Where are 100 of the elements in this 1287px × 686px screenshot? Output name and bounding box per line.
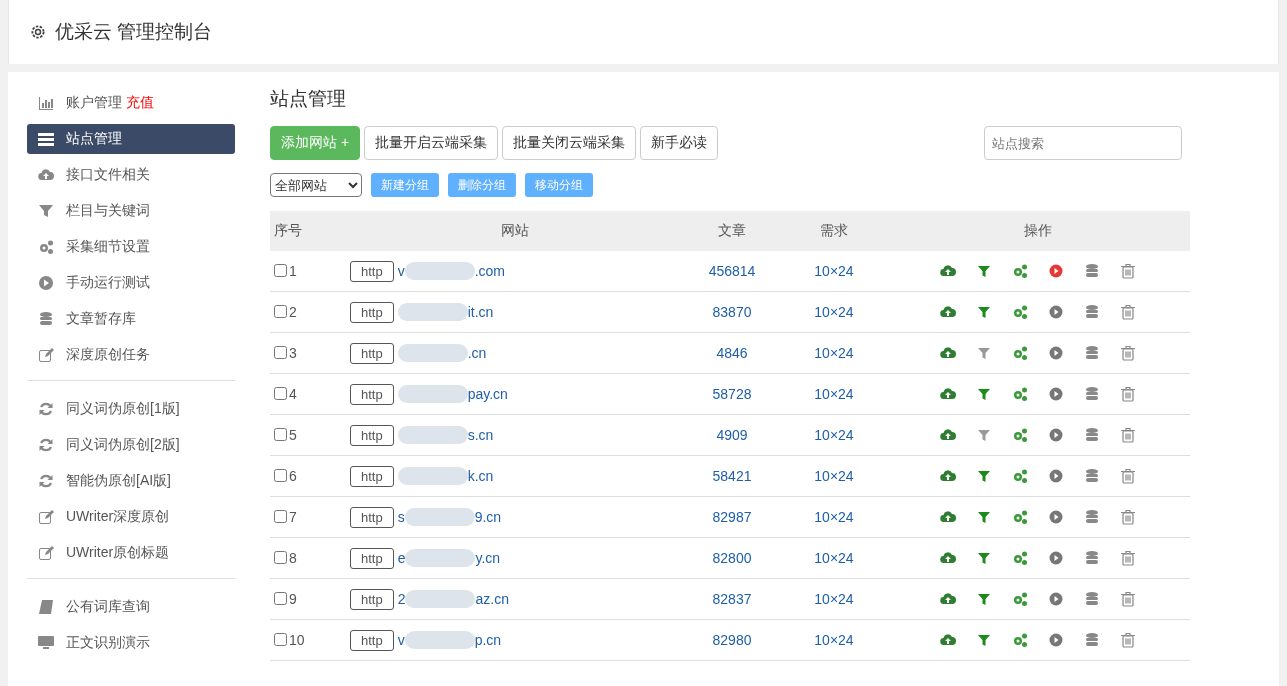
article-count: 83870 bbox=[681, 291, 783, 333]
sidebar-item[interactable]: UWriter原创标题 bbox=[27, 538, 235, 568]
delete-icon[interactable] bbox=[1119, 550, 1136, 566]
sidebar-item[interactable]: 手动运行测试 bbox=[27, 268, 235, 298]
play-icon[interactable] bbox=[1047, 427, 1064, 443]
sidebar-item[interactable]: 账户管理 充值 bbox=[27, 88, 235, 118]
database-icon[interactable] bbox=[1083, 468, 1100, 484]
sidebar-item[interactable]: 同义词伪原创[2版] bbox=[27, 430, 235, 460]
search-field[interactable]: 站点搜索 bbox=[984, 126, 1182, 160]
protocol-tag: http bbox=[350, 383, 394, 405]
protocol-tag: http bbox=[350, 465, 394, 487]
blur-mark bbox=[404, 631, 475, 649]
cloud-upload-icon[interactable] bbox=[939, 345, 956, 361]
cloud-upload-icon[interactable] bbox=[939, 550, 956, 566]
play-icon[interactable] bbox=[1047, 509, 1064, 525]
sidebar-item[interactable]: 公有词库查询 bbox=[27, 592, 235, 622]
protocol-tag: http bbox=[350, 260, 394, 282]
sidebar-item[interactable]: 同义词伪原创[1版] bbox=[27, 394, 235, 424]
sidebar-item[interactable]: 深度原创任务 bbox=[27, 340, 235, 370]
filter-icon[interactable] bbox=[975, 263, 992, 279]
domain-text: 2 bbox=[397, 591, 406, 607]
row-checkbox[interactable] bbox=[274, 633, 287, 646]
article-count: 82980 bbox=[681, 619, 783, 661]
delete-icon[interactable] bbox=[1119, 591, 1136, 607]
row-checkbox[interactable] bbox=[274, 510, 287, 523]
action-button[interactable]: 批量开启云端采集 bbox=[364, 126, 499, 160]
article-count: 4846 bbox=[681, 332, 783, 374]
database-icon[interactable] bbox=[1083, 509, 1100, 525]
play-icon[interactable] bbox=[1047, 632, 1064, 648]
row-checkbox[interactable] bbox=[274, 346, 287, 359]
domain-text: v bbox=[397, 263, 405, 279]
delete-icon[interactable] bbox=[1119, 509, 1136, 525]
delete-icon[interactable] bbox=[1119, 632, 1136, 648]
filter-icon[interactable] bbox=[975, 591, 992, 607]
filter-icon[interactable] bbox=[975, 509, 992, 525]
action-button[interactable]: 批量关闭云端采集 bbox=[502, 126, 637, 160]
database-icon[interactable] bbox=[1083, 386, 1100, 402]
sidebar-item[interactable]: 文章暂存库 bbox=[27, 304, 235, 334]
row-checkbox[interactable] bbox=[274, 428, 287, 441]
database-icon bbox=[38, 311, 54, 327]
settings-icon bbox=[29, 23, 47, 41]
row-checkbox[interactable] bbox=[274, 592, 287, 605]
cloud-upload-icon[interactable] bbox=[939, 263, 956, 279]
action-button[interactable]: 新手必读 bbox=[640, 126, 719, 160]
database-icon[interactable] bbox=[1083, 345, 1100, 361]
cloud-upload-icon[interactable] bbox=[939, 386, 956, 402]
recharge-link[interactable]: 充值 bbox=[126, 94, 154, 112]
sidebar-item[interactable]: 智能伪原创[AI版] bbox=[27, 466, 235, 496]
protocol-tag: http bbox=[350, 301, 394, 323]
domain-text: e bbox=[397, 550, 406, 566]
delete-icon[interactable] bbox=[1119, 263, 1136, 279]
filter-icon[interactable] bbox=[975, 550, 992, 566]
database-icon[interactable] bbox=[1083, 591, 1100, 607]
sidebar-item[interactable]: 站点管理 bbox=[27, 124, 235, 154]
filter-icon[interactable] bbox=[975, 427, 992, 443]
play-icon[interactable] bbox=[1047, 591, 1064, 607]
sidebar-item[interactable]: UWriter深度原创 bbox=[27, 502, 235, 532]
play-icon[interactable] bbox=[1047, 550, 1064, 566]
filter-icon[interactable] bbox=[975, 468, 992, 484]
play-icon[interactable] bbox=[1047, 468, 1064, 484]
sidebar-label: 同义词伪原创[2版] bbox=[66, 436, 180, 454]
sidebar-item[interactable]: 接口文件相关 bbox=[27, 160, 235, 190]
delete-icon[interactable] bbox=[1119, 468, 1136, 484]
sidebar-label: 文章暂存库 bbox=[66, 310, 136, 328]
blur-mark bbox=[404, 508, 475, 526]
play-icon[interactable] bbox=[1047, 386, 1064, 402]
cloud-upload-icon[interactable] bbox=[939, 427, 956, 443]
play-icon[interactable] bbox=[1047, 304, 1064, 320]
delete-icon[interactable] bbox=[1119, 304, 1136, 320]
database-icon[interactable] bbox=[1083, 304, 1100, 320]
database-icon[interactable] bbox=[1083, 632, 1100, 648]
delete-icon[interactable] bbox=[1119, 386, 1136, 402]
row-checkbox[interactable] bbox=[274, 551, 287, 564]
cloud-upload-icon[interactable] bbox=[939, 632, 956, 648]
delete-icon[interactable] bbox=[1119, 345, 1136, 361]
sidebar-item[interactable]: 栏目与关键词 bbox=[27, 196, 235, 226]
sidebar-label: UWriter深度原创 bbox=[66, 508, 170, 526]
delete-icon[interactable] bbox=[1119, 427, 1136, 443]
domain-text: s.cn bbox=[467, 427, 494, 443]
filter-icon[interactable] bbox=[975, 345, 992, 361]
cloud-upload-icon[interactable] bbox=[939, 304, 956, 320]
row-checkbox[interactable] bbox=[274, 264, 287, 277]
cloud-upload-icon[interactable] bbox=[939, 468, 956, 484]
filter-icon[interactable] bbox=[975, 632, 992, 648]
filter-icon[interactable] bbox=[975, 304, 992, 320]
cloud-upload-icon[interactable] bbox=[939, 509, 956, 525]
database-icon[interactable] bbox=[1083, 550, 1100, 566]
row-checkbox[interactable] bbox=[274, 469, 287, 482]
sidebar-item[interactable]: 采集细节设置 bbox=[27, 232, 235, 262]
database-icon[interactable] bbox=[1083, 427, 1100, 443]
row-checkbox[interactable] bbox=[274, 387, 287, 400]
filter-icon[interactable] bbox=[975, 386, 992, 402]
database-icon[interactable] bbox=[1083, 263, 1100, 279]
group-select[interactable]: 全部网站 bbox=[270, 173, 362, 197]
play-icon[interactable] bbox=[1047, 263, 1064, 279]
play-icon[interactable] bbox=[1047, 345, 1064, 361]
sidebar-item[interactable]: 正文识别演示 bbox=[27, 628, 235, 658]
domain-text: 9.cn bbox=[474, 509, 502, 525]
cloud-upload-icon[interactable] bbox=[939, 591, 956, 607]
row-checkbox[interactable] bbox=[274, 305, 287, 318]
